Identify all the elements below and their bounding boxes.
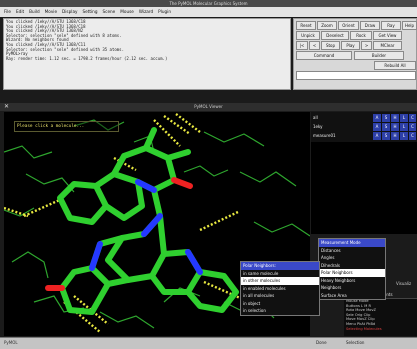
builder-button[interactable]: Builder [354, 51, 404, 60]
visualize-label: Visualiz [396, 281, 412, 286]
menu-item-angles[interactable]: Angles [319, 254, 385, 262]
object-name: 1eky [313, 124, 323, 129]
polar-neighbors-submenu: Polar Neighbors: in same molecule in oth… [240, 261, 320, 316]
menu-plugin[interactable]: Plugin [158, 7, 171, 17]
rebuild-all-button[interactable]: Rebuild All [374, 61, 416, 70]
menu-file[interactable]: File [4, 7, 11, 17]
command-entry[interactable] [296, 71, 416, 80]
object-hide-button[interactable]: H [391, 114, 399, 122]
menu-setting[interactable]: Setting [82, 7, 97, 17]
control-window-title: The PyMOL Molecular Graphics System [169, 1, 248, 6]
menu-item-surface-area[interactable]: Surface Area [319, 292, 385, 300]
object-action-button[interactable]: A [373, 132, 381, 140]
submenu-header: Polar Neighbors: [241, 262, 319, 270]
object-show-button[interactable]: S [382, 123, 390, 131]
submenu-item-object[interactable]: in object [241, 300, 319, 308]
menu-item-distances[interactable]: Distances [319, 247, 385, 255]
unpick-button[interactable]: Unpick [296, 31, 320, 40]
object-action-button[interactable]: A [373, 123, 381, 131]
step-forward-button[interactable]: > [361, 41, 372, 50]
menu-item-neighbors[interactable]: Neighbors [319, 284, 385, 292]
submenu-item-same-molecule[interactable]: in same molecule [241, 270, 319, 278]
wizard-prompt: Please click a molecule... [14, 121, 119, 132]
rock-button[interactable]: Rock [350, 31, 372, 40]
get-view-button[interactable]: Get View [373, 31, 402, 40]
help-button[interactable]: Help [402, 21, 417, 30]
object-hide-button[interactable]: H [391, 123, 399, 131]
stop-button[interactable]: Stop [321, 41, 340, 50]
menu-item-heavy-neighbors[interactable]: Heavy Neighbors [319, 277, 385, 285]
control-window-titlebar: The PyMOL Molecular Graphics System [0, 0, 417, 7]
output-console: You clicked /1eky//A/STU 1368/C18 You cl… [3, 18, 291, 90]
zoom-button[interactable]: Zoom [317, 21, 337, 30]
menu-item-dihedrals[interactable]: Dihedrals [319, 262, 385, 270]
console-line: Ray: render time: 1.12 sec. = 1798.2 fra… [6, 55, 168, 61]
object-label-button[interactable]: L [400, 114, 408, 122]
play-button[interactable]: Play [341, 41, 360, 50]
status-text: PyMOL [4, 340, 18, 345]
viewer-title: PyMOL Viewer [194, 104, 223, 109]
measurement-mode-menu: Measurement Mode Distances Angles Dihedr… [318, 238, 386, 300]
menu-display[interactable]: Display [62, 7, 77, 17]
object-action-button[interactable]: A [373, 114, 381, 122]
menu-wizard[interactable]: Wizard [139, 7, 153, 17]
submenu-item-enabled-molecules[interactable]: in enabled molecules [241, 285, 319, 293]
submenu-item-selection[interactable]: in selection [241, 307, 319, 315]
object-show-button[interactable]: S [382, 132, 390, 140]
object-panel: all A S H L C 1eky A S H L C measure01 A… [311, 112, 417, 142]
draw-button[interactable]: Draw [360, 21, 380, 30]
submenu-item-other-molecules[interactable]: in other molecules [241, 277, 319, 285]
menu-item-polar-neighbors[interactable]: Polar Neighbors [319, 269, 385, 277]
object-label-button[interactable]: L [400, 132, 408, 140]
object-color-button[interactable]: C [409, 123, 416, 131]
menu-movie[interactable]: Movie [45, 7, 57, 17]
command-button[interactable]: Command [296, 51, 352, 60]
submenu-item-all-molecules[interactable]: in all molecules [241, 292, 319, 300]
viewer-status-bar: PyMOL Done Selection [0, 337, 417, 349]
control-button-panel: Reset Zoom Orient Draw Ray Help Unpick D… [293, 18, 417, 90]
deselect-button[interactable]: Deselect [321, 31, 349, 40]
main-menubar: File Edit Build Movie Display Setting Sc… [0, 7, 417, 17]
reset-button[interactable]: Reset [296, 21, 316, 30]
selection-label: Selection [346, 340, 365, 345]
mclear-button[interactable]: MClear [373, 41, 402, 50]
menu-scene[interactable]: Scene [102, 7, 115, 17]
object-name: measure01 [313, 133, 336, 138]
done-label[interactable]: Done [316, 340, 327, 345]
mouse-mode-panel: Mouse Mode Buttons L M R Rota Move MovZ … [344, 298, 417, 336]
step-back-button[interactable]: < [309, 41, 320, 50]
rewind-button[interactable]: |< [296, 41, 308, 50]
object-row-measure01[interactable]: measure01 A S H L C [311, 132, 416, 140]
object-row-all[interactable]: all A S H L C [311, 114, 416, 122]
orient-button[interactable]: Orient [338, 21, 359, 30]
viewer-titlebar: ✕ PyMOL Viewer [0, 103, 417, 111]
object-hide-button[interactable]: H [391, 132, 399, 140]
object-color-button[interactable]: C [409, 114, 416, 122]
object-color-button[interactable]: C [409, 132, 416, 140]
mouse-mode-footer: Selecting Molecules [346, 326, 382, 331]
object-show-button[interactable]: S [382, 114, 390, 122]
ray-button[interactable]: Ray [381, 21, 401, 30]
menu-header: Measurement Mode [319, 239, 385, 247]
menu-build[interactable]: Build [29, 7, 40, 17]
menu-mouse[interactable]: Mouse [120, 7, 134, 17]
object-label-button[interactable]: L [400, 123, 408, 131]
object-name: all [313, 115, 318, 120]
object-row-1eky[interactable]: 1eky A S H L C [311, 123, 416, 131]
menu-edit[interactable]: Edit [16, 7, 24, 17]
object-panel-empty [311, 142, 417, 234]
viewer-close-icon[interactable]: ✕ [4, 103, 9, 111]
